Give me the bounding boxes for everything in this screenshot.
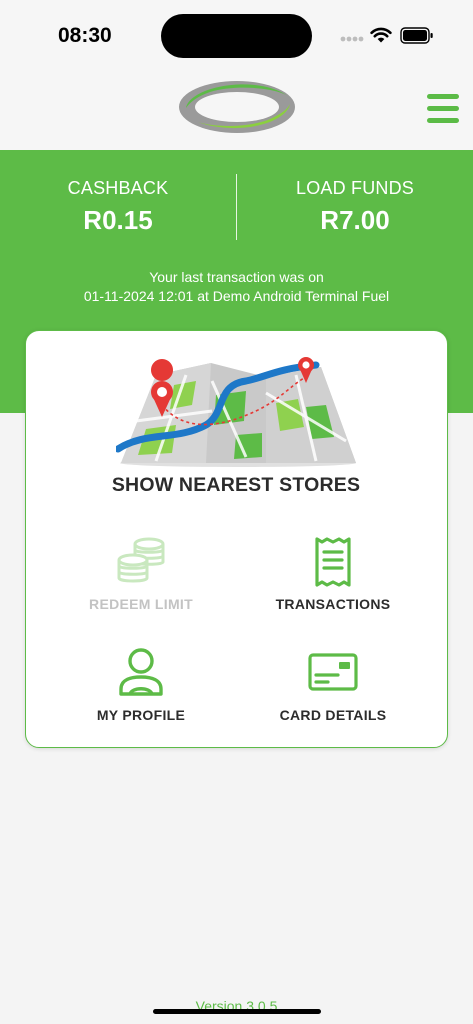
show-nearest-stores-button[interactable]: SHOW NEAREST STORES xyxy=(26,331,446,506)
cashback-label: CASHBACK xyxy=(67,178,169,198)
user-icon xyxy=(119,648,163,696)
last-transaction-info: Your last transaction was on 01-11-2024 … xyxy=(0,268,473,306)
load-funds-label: LOAD FUNDS xyxy=(295,178,414,198)
cashback-value: R0.15 xyxy=(83,205,153,235)
receipt-icon xyxy=(315,537,351,587)
dynamic-island xyxy=(161,14,312,58)
load-funds-value: R7.00 xyxy=(320,205,390,235)
menu-button[interactable] xyxy=(425,94,460,124)
actions-card: SHOW NEAREST STORES REDEEM LIMIT TRANSAC… xyxy=(25,330,448,748)
wifi-icon xyxy=(370,27,392,43)
show-nearest-stores-label: SHOW NEAREST STORES xyxy=(111,474,361,496)
my-profile-label: MY PROFILE xyxy=(96,707,186,723)
card-icon xyxy=(308,653,358,691)
last-transaction-line2: 01-11-2024 12:01 at Demo Android Termina… xyxy=(83,288,390,304)
status-time: 08:30 xyxy=(58,24,112,47)
load-funds-button[interactable]: LOAD FUNDS R7.00 xyxy=(237,178,473,236)
brand-logo xyxy=(179,81,295,133)
card-details-label: CARD DETAILS xyxy=(279,707,387,723)
cellular-signal-icon xyxy=(340,36,364,42)
map-illustration xyxy=(116,357,356,467)
card-details-button[interactable]: CARD DETAILS xyxy=(237,647,429,747)
transactions-label: TRANSACTIONS xyxy=(275,596,391,612)
my-profile-button[interactable]: MY PROFILE xyxy=(45,647,237,747)
home-indicator[interactable] xyxy=(153,1009,321,1014)
battery-icon xyxy=(400,27,433,44)
transactions-button[interactable]: TRANSACTIONS xyxy=(237,536,429,636)
redeem-limit-label: REDEEM LIMIT xyxy=(89,596,193,612)
last-transaction-line1: Your last transaction was on xyxy=(149,269,324,285)
status-bar: 08:30 xyxy=(0,0,473,72)
redeem-limit-button[interactable]: REDEEM LIMIT xyxy=(45,536,237,636)
app-header xyxy=(0,72,473,150)
cashback-balance: CASHBACK R0.15 xyxy=(0,178,236,236)
coins-icon xyxy=(117,537,165,583)
